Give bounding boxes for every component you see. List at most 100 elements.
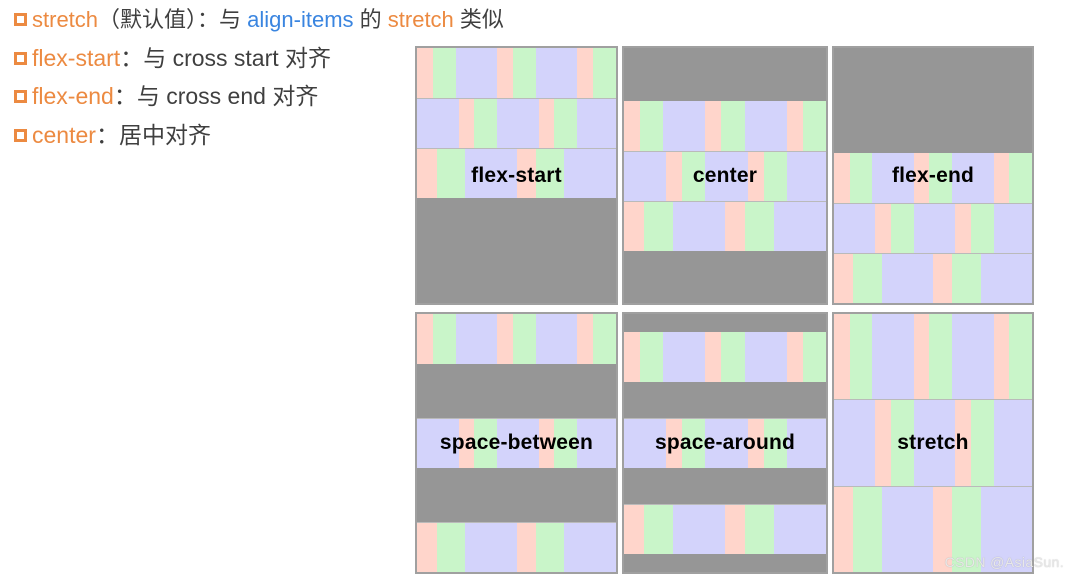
- flex-item: [639, 100, 664, 151]
- bullet-text: center：居中对齐: [32, 121, 211, 151]
- flex-item: [802, 332, 826, 382]
- flex-line: [834, 153, 1032, 203]
- bullet-line: stretch（默认值）：与 align-items 的 stretch 类似: [14, 6, 504, 35]
- panel-slot: stretch: [830, 312, 1036, 574]
- flex-item: [993, 153, 1010, 203]
- flex-item: [890, 204, 914, 253]
- demo-panel-stretch: [832, 312, 1034, 574]
- flex-item: [834, 254, 854, 303]
- flex-item: [725, 201, 745, 251]
- flex-item: [881, 486, 933, 572]
- bullet-list: stretch（默认值）：与 align-items 的 stretch 类似 f…: [14, 6, 504, 160]
- flex-item: [593, 314, 616, 364]
- flex-item: [786, 419, 826, 468]
- flex-item: [1009, 314, 1032, 400]
- flex-item: [834, 400, 876, 486]
- flex-item: [417, 48, 433, 98]
- flex-line: [417, 314, 616, 364]
- flex-item: [952, 153, 994, 203]
- flex-item: [881, 254, 933, 303]
- flex-item: [970, 400, 994, 486]
- flex-item: [516, 523, 537, 572]
- flex-item: [913, 314, 930, 400]
- flex-item: [802, 100, 826, 151]
- flex-item: [913, 204, 956, 253]
- panel-slot: flex-start: [413, 46, 620, 305]
- flex-item: [564, 523, 616, 572]
- text-segment: ：居中对齐: [95, 122, 211, 149]
- flex-line: [624, 150, 826, 201]
- flex-item: [1009, 153, 1032, 203]
- flex-line: [834, 253, 1032, 303]
- flex-line: [834, 399, 1032, 486]
- flex-item: [773, 201, 826, 251]
- flex-item: [786, 332, 803, 382]
- flex-line: [624, 100, 826, 151]
- flex-item: [538, 419, 555, 468]
- flex-item: [624, 332, 640, 382]
- flex-item: [853, 486, 882, 572]
- flex-line: [417, 418, 616, 468]
- flex-item: [993, 204, 1032, 253]
- flex-item: [744, 100, 787, 151]
- flex-item: [455, 314, 498, 364]
- flex-item: [763, 419, 787, 468]
- flex-item: [834, 486, 854, 572]
- flex-item: [849, 153, 873, 203]
- flex-line: [624, 200, 826, 251]
- text-segment: flex-start: [32, 44, 121, 71]
- flex-item: [554, 99, 578, 148]
- flex-item: [577, 99, 616, 148]
- flex-item: [853, 254, 882, 303]
- flex-line: [624, 504, 826, 554]
- flex-item: [929, 153, 953, 203]
- demo-panel-space-between: [415, 312, 618, 574]
- demo-panel-flex-start: [415, 46, 618, 305]
- flex-item: [747, 419, 764, 468]
- flex-item: [955, 204, 971, 253]
- text-segment: stretch: [387, 7, 454, 32]
- flex-item: [436, 523, 465, 572]
- panel-slot: center: [620, 46, 830, 305]
- flex-item: [455, 48, 498, 98]
- flex-item: [993, 314, 1010, 400]
- flex-item: [554, 419, 578, 468]
- flex-item: [643, 201, 673, 251]
- flex-item: [624, 201, 644, 251]
- flex-item: [512, 314, 536, 364]
- bullet-text: flex-start：与 cross start 对齐: [32, 44, 331, 74]
- flex-item: [744, 332, 787, 382]
- flex-item: [721, 332, 745, 382]
- flex-item: [417, 149, 437, 198]
- flex-item: [417, 314, 433, 364]
- flex-line: [417, 148, 616, 198]
- flex-item: [497, 99, 539, 148]
- flex-item: [744, 505, 774, 554]
- text-segment: stretch: [32, 7, 99, 32]
- flex-item: [663, 332, 706, 382]
- flex-item: [952, 314, 994, 400]
- flex-item: [970, 204, 994, 253]
- flex-item: [744, 201, 774, 251]
- flex-item: [849, 314, 873, 400]
- flex-item: [890, 400, 914, 486]
- text-segment: center: [32, 122, 96, 149]
- text-segment: ：与 cross end 对齐: [113, 83, 319, 110]
- flex-item: [705, 419, 748, 468]
- flex-item: [913, 153, 930, 203]
- flex-item: [624, 505, 644, 554]
- flex-item: [624, 100, 640, 151]
- flex-item: [834, 153, 850, 203]
- align-content-demo-grid: flex-start center flex-end space-between spa…: [413, 46, 1036, 574]
- flex-item: [773, 505, 826, 554]
- hollow-square-bullet-icon: [14, 13, 27, 26]
- text-segment: flex-end: [32, 83, 114, 110]
- flex-item: [834, 204, 876, 253]
- flex-line: [624, 332, 826, 382]
- text-segment: 类似: [453, 7, 504, 32]
- flex-item: [497, 419, 539, 468]
- text-segment: ：与 cross start 对齐: [120, 44, 332, 71]
- flex-item: [458, 99, 475, 148]
- flex-line: [624, 418, 826, 468]
- flex-item: [464, 149, 517, 198]
